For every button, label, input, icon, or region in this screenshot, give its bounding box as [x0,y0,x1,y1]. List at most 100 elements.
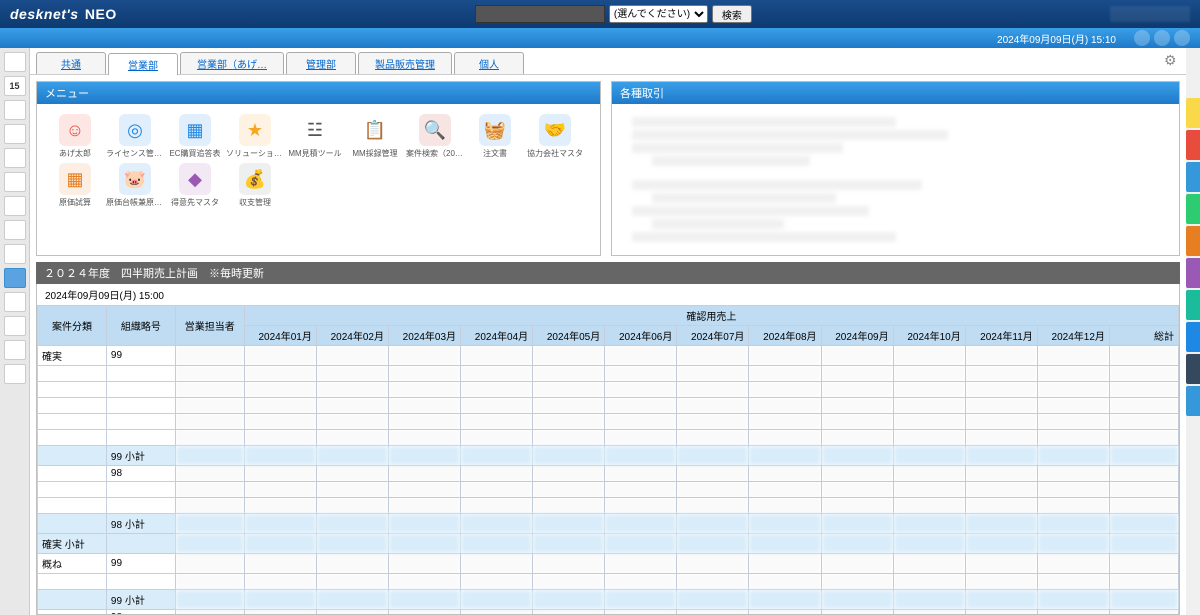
cell-value [965,466,1037,482]
cell-value [1109,482,1178,498]
right-tab-2[interactable] [1186,162,1200,192]
cell-value [388,590,460,610]
cell-org [106,574,175,590]
cell-value [1109,534,1178,554]
menu-item-4[interactable]: ☳MM見積ツール [285,112,345,161]
rail-item-1[interactable] [4,52,26,72]
top-search-select[interactable]: (選んでください) [609,5,708,23]
rail-item-8[interactable] [4,220,26,240]
table-row: 98 [38,466,1179,482]
menu-item-2[interactable]: ▦EC購買追答表 [165,112,225,161]
top-search-group: (選んでください) 検索 [117,5,1110,23]
rail-item-12[interactable] [4,316,26,336]
cell-value [316,414,388,430]
content-tab-3[interactable]: 管理部 [286,52,356,74]
cell-value [1037,466,1109,482]
cell-value [677,382,749,398]
cell-value [749,382,821,398]
table-row: 概ね99 [38,554,1179,574]
cell-value [677,514,749,534]
cell-value [605,382,677,398]
rail-item-11[interactable] [4,292,26,312]
rail-item-5[interactable] [4,148,26,168]
menu-item-7[interactable]: 🧺注文書 [465,112,525,161]
deal-link-3[interactable] [652,219,784,229]
rail-item-13[interactable] [4,340,26,360]
cell-rep [175,610,244,615]
menu-item-0[interactable]: ☺あげ太郎 [45,112,105,161]
cell-value [677,398,749,414]
menu-item-5[interactable]: 📋MM採録管理 [345,112,405,161]
right-tab-4[interactable] [1186,226,1200,256]
right-tab-7[interactable] [1186,322,1200,352]
menu-label: あげ太郎 [46,148,104,159]
table-row [38,398,1179,414]
top-search-button[interactable]: 検索 [712,5,752,23]
right-tab-5[interactable] [1186,258,1200,288]
report-table-wrap[interactable]: 案件分類 組織略号 営業担当者 確認用売上 2024年01月2024年02月20… [36,305,1180,615]
content-tab-1[interactable]: 営業部 [108,53,178,75]
right-tab-6[interactable] [1186,290,1200,320]
menu-icon: ☳ [299,114,331,146]
right-tab-9[interactable] [1186,386,1200,416]
menu-icon: 🧺 [479,114,511,146]
cell-value [605,414,677,430]
cell-value [1109,554,1178,574]
menu-item-8[interactable]: 🤝協力会社マスタ [525,112,585,161]
rail-item-4[interactable] [4,124,26,144]
user-icon[interactable] [1174,30,1190,46]
menu-item-6[interactable]: 🔍案件検索（2011年… [405,112,465,161]
rail-item-6[interactable] [4,172,26,192]
rail-item-3[interactable] [4,100,26,120]
menu-item-1[interactable]: ◎ライセンス管理DB [105,112,165,161]
cell-value [1037,590,1109,610]
menu-item-9[interactable]: ▦原価試算 [45,161,105,210]
rail-item-14[interactable] [4,364,26,384]
right-tab-8[interactable] [1186,354,1200,384]
rail-calendar-icon[interactable]: 15 [4,76,26,96]
content-tab-5[interactable]: 個人 [454,52,524,74]
cell-org [106,482,175,498]
th-month: 2024年06月 [605,326,677,346]
cell-value [1037,366,1109,382]
logo-text-a: desknet's [10,6,79,22]
th-month: 2024年12月 [1037,326,1109,346]
right-tab-0[interactable] [1186,98,1200,128]
menu-item-3[interactable]: ★ソリューションG… [225,112,285,161]
right-tab-1[interactable] [1186,130,1200,160]
cell-value [316,610,388,615]
cell-value [605,446,677,466]
cell-value [461,398,533,414]
cell-rep [175,498,244,514]
content-tab-2[interactable]: 営業部（あげ… [180,52,284,74]
gear-icon[interactable]: ⚙ [1164,52,1180,68]
rail-item-7[interactable] [4,196,26,216]
menu-item-12[interactable]: 💰収支管理 [225,161,285,210]
menu-icon: ▦ [59,163,91,195]
cell-value [893,554,965,574]
cell-value [965,498,1037,514]
cell-value [605,554,677,574]
chat-icon[interactable] [1154,30,1170,46]
cell-org: 98 [106,466,175,482]
cell-value [1037,382,1109,398]
deal-link-2[interactable] [652,193,836,203]
content-tab-4[interactable]: 製品販売管理 [358,52,452,74]
menu-item-11[interactable]: ◆得意先マスタ [165,161,225,210]
cell-value [1109,430,1178,446]
menu-item-10[interactable]: 🐷原価台帳兼原価マ… [105,161,165,210]
cell-value [605,346,677,366]
cell-value [1037,430,1109,446]
top-user-area[interactable] [1110,6,1190,22]
table-row: 確実 小計 [38,534,1179,554]
content-tab-0[interactable]: 共通 [36,52,106,74]
cell-value [605,534,677,554]
antenna-icon[interactable] [1134,30,1150,46]
cell-value [605,610,677,615]
top-search-input[interactable] [475,5,605,23]
rail-item-active[interactable] [4,268,26,288]
right-tab-3[interactable] [1186,194,1200,224]
deal-link-1[interactable] [652,156,810,166]
rail-item-9[interactable] [4,244,26,264]
th-month: 2024年09月 [821,326,893,346]
